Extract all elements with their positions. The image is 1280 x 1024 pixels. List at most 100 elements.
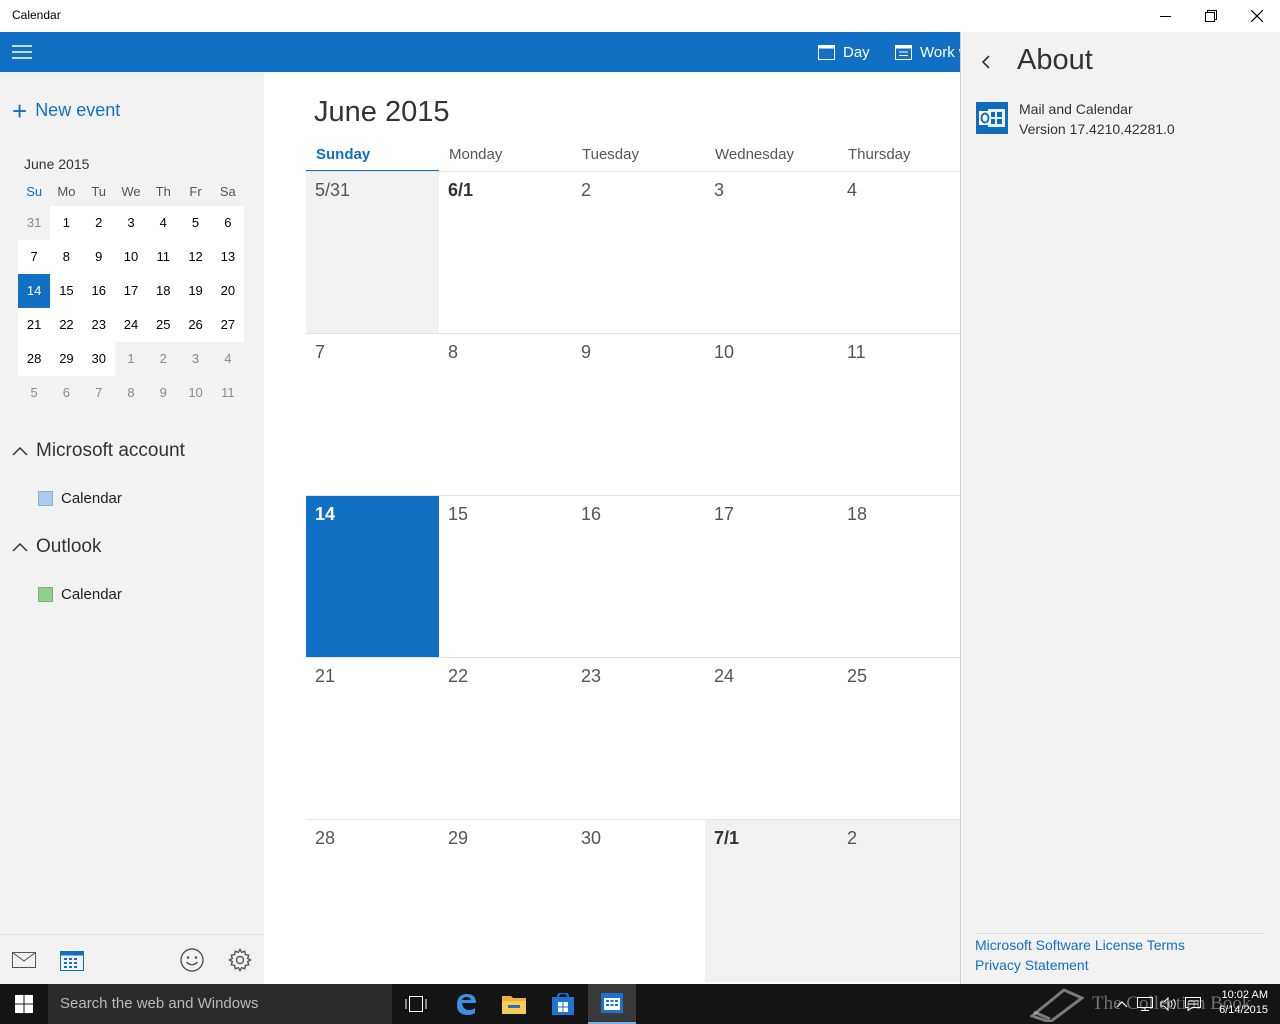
mini-day[interactable]: 2 <box>147 342 179 376</box>
mini-day[interactable]: 13 <box>211 240 244 274</box>
new-event-button[interactable]: + New event <box>12 98 120 124</box>
mini-day[interactable]: 1 <box>50 206 83 240</box>
mini-day[interactable]: 15 <box>50 274 83 308</box>
mini-day[interactable]: 19 <box>179 274 212 308</box>
mini-day[interactable]: 5 <box>18 376 50 410</box>
mini-day[interactable]: 25 <box>147 308 180 342</box>
day-cell[interactable]: 2 <box>572 172 705 334</box>
day-cell-today[interactable]: 14 <box>306 496 439 658</box>
calendar-color-swatch[interactable] <box>38 587 53 602</box>
mini-day[interactable]: 3 <box>114 206 148 240</box>
day-cell[interactable]: 10 <box>705 334 838 496</box>
mini-day[interactable]: 7 <box>18 240 51 274</box>
start-button[interactable] <box>0 984 48 1024</box>
day-cell[interactable]: 16 <box>572 496 705 658</box>
minimize-button[interactable] <box>1142 0 1188 32</box>
store-button[interactable] <box>539 984 587 1024</box>
mini-day[interactable]: 22 <box>50 308 83 342</box>
edge-button[interactable] <box>442 984 490 1024</box>
settings-button[interactable] <box>226 947 254 973</box>
calendar-item-microsoft[interactable]: Calendar <box>38 490 122 507</box>
day-cell[interactable]: 7/1 <box>705 820 838 982</box>
day-cell[interactable]: 24 <box>705 658 838 820</box>
mini-day[interactable]: 2 <box>82 206 115 240</box>
mini-day[interactable]: 7 <box>83 376 115 410</box>
volume-button[interactable] <box>1158 984 1180 1024</box>
calendar-app-button[interactable] <box>588 984 636 1024</box>
day-cell[interactable]: 25 <box>838 658 960 820</box>
mini-day[interactable]: 9 <box>147 376 179 410</box>
mini-day[interactable]: 31 <box>18 206 50 240</box>
privacy-statement-link[interactable]: Privacy Statement <box>975 957 1089 973</box>
mini-day[interactable]: 24 <box>114 308 148 342</box>
mini-day[interactable]: 12 <box>179 240 212 274</box>
license-terms-link[interactable]: Microsoft Software License Terms <box>975 937 1185 953</box>
work-week-view-button[interactable]: Work w <box>895 32 960 72</box>
mini-day[interactable]: 4 <box>212 342 244 376</box>
mini-day[interactable]: 8 <box>115 376 147 410</box>
hamburger-menu-button[interactable] <box>0 32 44 72</box>
mini-day[interactable]: 5 <box>179 206 212 240</box>
day-cell[interactable]: 17 <box>705 496 838 658</box>
day-cell[interactable]: 28 <box>306 820 439 982</box>
mini-day[interactable]: 4 <box>147 206 180 240</box>
account-header-outlook[interactable]: Outlook <box>12 536 101 558</box>
calendar-color-swatch[interactable] <box>38 491 53 506</box>
mini-day[interactable]: 29 <box>50 342 83 376</box>
restore-button[interactable] <box>1188 0 1234 32</box>
mini-day[interactable]: 26 <box>179 308 212 342</box>
day-cell[interactable]: 18 <box>838 496 960 658</box>
day-cell[interactable]: 3 <box>705 172 838 334</box>
back-button[interactable] <box>981 54 991 75</box>
day-view-button[interactable]: Day <box>818 32 870 72</box>
day-cell[interactable]: 7 <box>306 334 439 496</box>
day-cell[interactable]: 11 <box>838 334 960 496</box>
mini-calendar-title[interactable]: June 2015 <box>24 156 89 172</box>
day-cell[interactable]: 8 <box>439 334 572 496</box>
day-cell[interactable]: 5/31 <box>306 172 439 334</box>
mini-day-selected[interactable]: 14 <box>18 274 51 308</box>
mini-day[interactable]: 8 <box>50 240 83 274</box>
mini-day[interactable]: 10 <box>114 240 148 274</box>
day-cell[interactable]: 6/1 <box>439 172 572 334</box>
account-header-microsoft[interactable]: Microsoft account <box>12 440 185 462</box>
mini-day[interactable]: 3 <box>179 342 211 376</box>
close-button[interactable] <box>1234 0 1280 32</box>
mail-button[interactable] <box>10 947 38 973</box>
network-button[interactable] <box>1134 984 1156 1024</box>
calendar-button[interactable] <box>58 947 86 973</box>
mini-day[interactable]: 1 <box>115 342 147 376</box>
mini-day[interactable]: 23 <box>82 308 115 342</box>
day-cell[interactable]: 4 <box>838 172 960 334</box>
file-explorer-button[interactable] <box>490 984 538 1024</box>
mini-day[interactable]: 6 <box>50 376 82 410</box>
mini-day[interactable]: 17 <box>114 274 148 308</box>
mini-day[interactable]: 21 <box>18 308 51 342</box>
action-center-button[interactable] <box>1182 984 1204 1024</box>
day-cell[interactable]: 9 <box>572 334 705 496</box>
mini-day[interactable]: 18 <box>147 274 180 308</box>
day-cell[interactable]: 15 <box>439 496 572 658</box>
calendar-item-outlook[interactable]: Calendar <box>38 586 122 603</box>
show-hidden-icons-button[interactable] <box>1112 984 1132 1024</box>
mini-day[interactable]: 11 <box>147 240 180 274</box>
mini-day[interactable]: 6 <box>211 206 244 240</box>
day-cell[interactable]: 23 <box>572 658 705 820</box>
mini-day[interactable]: 10 <box>179 376 211 410</box>
day-cell[interactable]: 22 <box>439 658 572 820</box>
day-cell[interactable]: 30 <box>572 820 705 982</box>
mini-day[interactable]: 28 <box>18 342 51 376</box>
day-cell[interactable]: 2 <box>838 820 960 982</box>
mini-day[interactable]: 30 <box>82 342 115 376</box>
mini-day[interactable]: 11 <box>212 376 244 410</box>
day-cell[interactable]: 21 <box>306 658 439 820</box>
mini-day[interactable]: 9 <box>82 240 115 274</box>
feedback-button[interactable] <box>178 947 206 973</box>
task-view-button[interactable] <box>392 984 440 1024</box>
system-clock[interactable]: 10:02 AM 6/14/2015 <box>1219 988 1268 1018</box>
day-cell[interactable]: 29 <box>439 820 572 982</box>
mini-day[interactable]: 16 <box>82 274 115 308</box>
mini-day[interactable]: 27 <box>211 308 244 342</box>
mini-day[interactable]: 20 <box>211 274 244 308</box>
taskbar-search-box[interactable]: Search the web and Windows <box>48 984 392 1024</box>
